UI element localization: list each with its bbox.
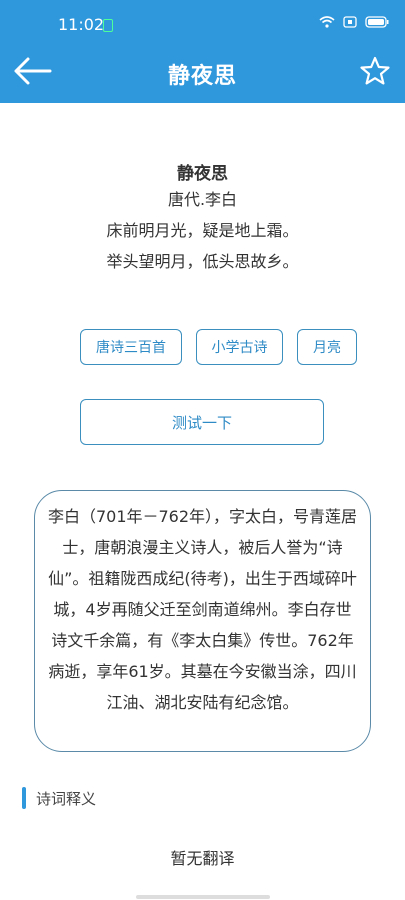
battery-saver-icon [103, 19, 113, 32]
section-label: 诗词释义 [36, 789, 97, 808]
screen-record-icon [343, 16, 357, 28]
translation-empty-text: 暂无翻译 [170, 849, 235, 868]
app-header: 11:02 静夜思 [0, 0, 405, 103]
poem-author: 唐代.李白 [167, 190, 238, 209]
poem-title: 静夜思 [177, 164, 228, 184]
page-title: 静夜思 [167, 64, 237, 89]
status-time: 11:02 [58, 15, 105, 34]
home-indicator[interactable] [136, 895, 270, 899]
author-bio: 李白（701年－762年），字太白，号青莲居士，唐朝浪漫主义诗人，被后人誉为“诗… [34, 490, 371, 752]
wifi-icon [319, 16, 335, 28]
tag-list: 唐诗三百首 小学古诗 月亮 [0, 329, 405, 367]
section-accent-bar [22, 787, 26, 809]
favorite-star-icon[interactable] [359, 55, 391, 87]
test-button[interactable]: 测试一下 [80, 399, 324, 445]
tag-tangshi[interactable]: 唐诗三百首 [80, 329, 182, 365]
poem-block: 静夜思 唐代.李白 床前明月光，疑是地上霜。 举头望明月，低头思故乡。 [0, 163, 405, 277]
tag-moon[interactable]: 月亮 [297, 329, 357, 365]
poem-line: 床前明月光，疑是地上霜。 [106, 221, 299, 240]
section-header-translation: 诗词释义 [22, 787, 96, 809]
status-icons [319, 16, 389, 28]
battery-icon [365, 16, 389, 28]
tag-primary-school[interactable]: 小学古诗 [196, 329, 283, 365]
poem-line: 举头望明月，低头思故乡。 [106, 252, 299, 271]
